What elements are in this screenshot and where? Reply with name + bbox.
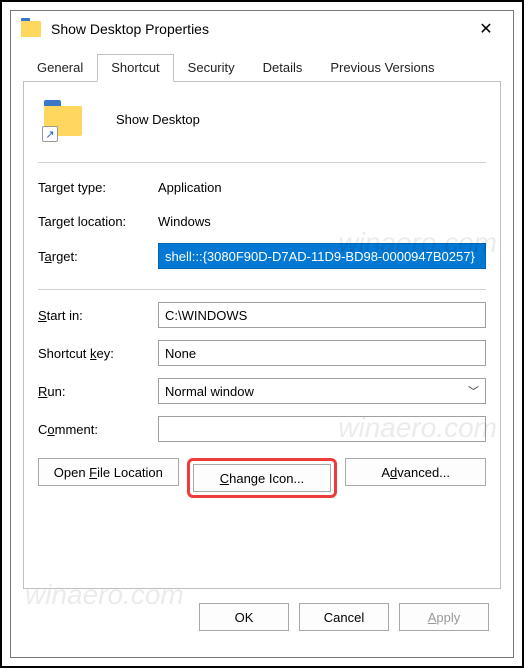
label-run: Run: xyxy=(38,384,158,399)
advanced-button[interactable]: Advanced... xyxy=(345,458,486,486)
shortcut-header: ↗ Show Desktop xyxy=(38,98,486,140)
dialog-content: General Shortcut Security Details Previo… xyxy=(11,47,513,657)
change-icon-button[interactable]: Change Icon... xyxy=(193,464,332,492)
tab-previous-versions[interactable]: Previous Versions xyxy=(316,54,448,82)
label-target-location: Target location: xyxy=(38,214,158,229)
close-button[interactable]: ✕ xyxy=(465,13,507,45)
dialog-window: Show Desktop Properties ✕ General Shortc… xyxy=(10,10,514,658)
row-target: Target: xyxy=(38,243,486,269)
label-shortcut-key: Shortcut key: xyxy=(38,346,158,361)
shortcut-large-icon: ↗ xyxy=(44,98,86,140)
separator xyxy=(38,162,486,163)
comment-input[interactable] xyxy=(158,416,486,442)
titlebar: Show Desktop Properties ✕ xyxy=(11,11,513,47)
shortcut-button-row: Open File Location Change Icon... Advanc… xyxy=(38,458,486,498)
row-start-in: Start in: xyxy=(38,302,486,328)
tab-details[interactable]: Details xyxy=(249,54,317,82)
window-title: Show Desktop Properties xyxy=(51,21,465,37)
row-run: Run: Normal window ﹀ xyxy=(38,378,486,404)
value-target-location: Windows xyxy=(158,214,486,229)
apply-button[interactable]: Apply xyxy=(399,603,489,631)
screenshot-frame: Show Desktop Properties ✕ General Shortc… xyxy=(0,0,524,668)
label-target: Target: xyxy=(38,249,158,264)
label-target-type: Target type: xyxy=(38,180,158,195)
close-icon: ✕ xyxy=(479,19,492,39)
ok-button[interactable]: OK xyxy=(199,603,289,631)
cancel-button[interactable]: Cancel xyxy=(299,603,389,631)
chevron-down-icon: ﹀ xyxy=(468,383,479,399)
start-in-input[interactable] xyxy=(158,302,486,328)
separator xyxy=(38,289,486,290)
change-icon-highlight: Change Icon... xyxy=(187,458,338,498)
tab-security[interactable]: Security xyxy=(174,54,249,82)
shortcut-key-input[interactable] xyxy=(158,340,486,366)
dialog-buttons: OK Cancel Apply xyxy=(23,589,501,645)
run-select-value: Normal window xyxy=(165,384,254,399)
row-shortcut-key: Shortcut key: xyxy=(38,340,486,366)
run-select[interactable]: Normal window ﹀ xyxy=(158,378,486,404)
label-comment: Comment: xyxy=(38,422,158,437)
tab-panel-shortcut: ↗ Show Desktop Target type: Application … xyxy=(23,82,501,589)
tab-general[interactable]: General xyxy=(23,54,97,82)
shortcut-name: Show Desktop xyxy=(116,112,200,127)
value-target-type: Application xyxy=(158,180,486,195)
row-comment: Comment: xyxy=(38,416,486,442)
tab-strip: General Shortcut Security Details Previo… xyxy=(23,53,501,82)
open-file-location-button[interactable]: Open File Location xyxy=(38,458,179,486)
row-target-type: Target type: Application xyxy=(38,175,486,199)
tab-shortcut[interactable]: Shortcut xyxy=(97,54,173,82)
shortcut-overlay-icon: ↗ xyxy=(42,126,58,142)
folder-shortcut-icon xyxy=(21,19,41,39)
row-target-location: Target location: Windows xyxy=(38,209,486,233)
target-input[interactable] xyxy=(158,243,486,269)
label-start-in: Start in: xyxy=(38,308,158,323)
